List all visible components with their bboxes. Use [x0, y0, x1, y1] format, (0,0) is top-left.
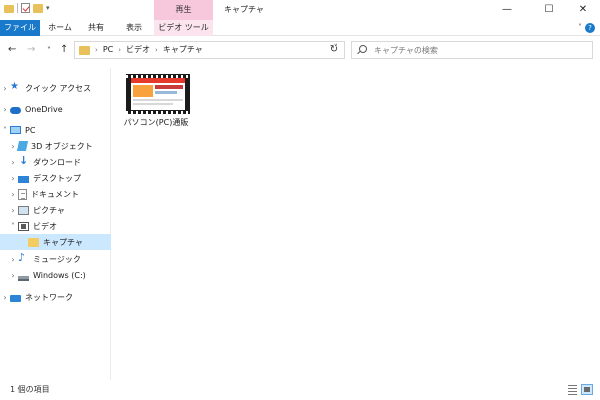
network-icon: [10, 294, 21, 302]
status-bar: 1 個の項目: [0, 380, 600, 400]
sidebar-item-capture[interactable]: キャプチャ: [0, 234, 111, 250]
tab-view[interactable]: 表示: [118, 20, 150, 36]
refresh-button[interactable]: ↻: [324, 41, 345, 59]
folder-icon: [79, 46, 90, 55]
sidebar-item-desktop[interactable]: › デスクトップ: [0, 170, 111, 186]
sidebar-item-label: ドキュメント: [31, 189, 79, 199]
window-title: キャプチャ: [224, 5, 264, 14]
sidebar-item-label: ダウンロード: [33, 157, 81, 167]
title-bar: ▾ 再生 キャプチャ — ☐ ✕: [0, 0, 600, 20]
sidebar-item-quick-access[interactable]: › クイック アクセス: [0, 80, 111, 96]
tab-file[interactable]: ファイル: [0, 20, 40, 36]
forward-button[interactable]: →: [27, 44, 35, 56]
video-icon: [18, 221, 29, 231]
back-button[interactable]: ←: [8, 44, 16, 56]
chevron-right-icon[interactable]: ›: [8, 271, 18, 280]
breadcrumb-capture[interactable]: キャプチャ: [163, 42, 203, 58]
document-icon: [18, 188, 27, 200]
minimize-button[interactable]: —: [490, 0, 524, 20]
sidebar-item-label: ネットワーク: [25, 292, 73, 302]
sidebar-item-label: ピクチャ: [33, 205, 65, 215]
file-name: パソコン(PC)通販: [123, 118, 189, 127]
sidebar-item-label: 3D オブジェクト: [31, 141, 93, 151]
sidebar-item-documents[interactable]: › ドキュメント: [0, 186, 111, 202]
sidebar-item-label: OneDrive: [25, 104, 63, 114]
sidebar-item-videos[interactable]: ˅ ビデオ: [0, 218, 111, 234]
sidebar-item-label: デスクトップ: [33, 173, 81, 183]
sidebar-item-label: キャプチャ: [43, 237, 83, 247]
sidebar-item-label: PC: [25, 125, 36, 135]
drive-icon: [18, 275, 29, 281]
ribbon-tabs: ファイル ホーム 共有 表示 ビデオ ツール ˅ ?: [0, 20, 600, 36]
large-icons-view-button[interactable]: [581, 384, 593, 395]
chevron-right-icon[interactable]: ›: [8, 174, 18, 183]
navigation-bar: ← → ˅ ↑ › PC › ビデオ › キャプチャ ˅ ↻: [0, 38, 600, 62]
quick-access-toolbar: ▾: [4, 3, 50, 13]
file-list: パソコン(PC)通販: [112, 68, 600, 380]
breadcrumb-pc[interactable]: PC: [103, 42, 113, 58]
customize-toolbar-icon[interactable]: ▾: [46, 4, 50, 12]
pictures-icon: [18, 205, 29, 215]
chevron-right-icon[interactable]: ›: [0, 293, 10, 302]
sidebar-item-3d-objects[interactable]: › 3D オブジェクト: [0, 138, 111, 154]
cloud-icon: [10, 106, 21, 114]
details-view-button[interactable]: [566, 384, 578, 395]
sidebar-item-downloads[interactable]: › ダウンロード: [0, 154, 111, 170]
tab-video-tools[interactable]: ビデオ ツール: [154, 20, 213, 36]
sidebar-item-label: ビデオ: [33, 221, 57, 231]
sidebar-item-pictures[interactable]: › ピクチャ: [0, 202, 111, 218]
chevron-right-icon[interactable]: ›: [8, 158, 18, 167]
file-item[interactable]: パソコン(PC)通販: [118, 74, 194, 134]
sidebar-item-network[interactable]: › ネットワーク: [0, 289, 111, 305]
help-icon[interactable]: ?: [585, 23, 595, 33]
chevron-right-icon[interactable]: ›: [0, 105, 10, 114]
download-icon: [18, 154, 29, 167]
breadcrumb-video[interactable]: ビデオ: [126, 42, 150, 58]
chevron-right-icon[interactable]: ›: [155, 42, 158, 58]
context-tab-play: 再生: [154, 0, 213, 20]
sidebar-item-label: クイック アクセス: [25, 83, 92, 93]
item-count: 1 個の項目: [10, 385, 50, 394]
tab-share[interactable]: 共有: [82, 20, 110, 36]
search-input[interactable]: [374, 43, 584, 57]
star-icon: [10, 81, 21, 93]
new-folder-icon[interactable]: [33, 3, 43, 13]
music-icon: [18, 251, 29, 264]
chevron-down-icon[interactable]: ˅: [8, 222, 18, 231]
search-icon: [359, 45, 367, 53]
chevron-right-icon[interactable]: ›: [118, 42, 121, 58]
sidebar-item-pc[interactable]: ˅ PC: [0, 122, 111, 138]
3d-objects-icon: [16, 141, 29, 151]
sidebar-item-music[interactable]: › ミュージック: [0, 251, 111, 267]
chevron-right-icon[interactable]: ›: [0, 84, 10, 93]
sidebar-item-windows-c[interactable]: › Windows (C:): [0, 267, 111, 283]
sidebar-item-label: Windows (C:): [33, 270, 86, 280]
breadcrumb: › PC › ビデオ › キャプチャ: [95, 42, 203, 58]
properties-icon[interactable]: [21, 3, 30, 13]
pc-icon: [10, 126, 21, 134]
chevron-right-icon[interactable]: ›: [8, 190, 18, 199]
folder-icon: [4, 5, 14, 13]
chevron-right-icon[interactable]: ›: [95, 42, 98, 58]
sidebar-item-label: ミュージック: [33, 254, 81, 264]
tab-home[interactable]: ホーム: [44, 20, 76, 36]
chevron-down-icon[interactable]: ˅: [0, 126, 10, 135]
maximize-button[interactable]: ☐: [532, 0, 566, 20]
video-thumbnail: [126, 74, 190, 114]
sidebar-item-onedrive[interactable]: › OneDrive: [0, 101, 111, 117]
recent-locations-button[interactable]: ˅: [47, 45, 51, 57]
search-box[interactable]: [351, 41, 593, 59]
desktop-icon: [18, 175, 29, 183]
chevron-right-icon[interactable]: ›: [8, 255, 18, 264]
up-button[interactable]: ↑: [60, 44, 68, 56]
address-bar[interactable]: › PC › ビデオ › キャプチャ ˅: [74, 41, 345, 59]
navigation-pane: › クイック アクセス › OneDrive ˅ PC › 3D オブジェクト …: [0, 68, 111, 380]
close-button[interactable]: ✕: [566, 0, 600, 20]
expand-ribbon-icon[interactable]: ˅: [578, 23, 582, 32]
separator: [17, 3, 18, 13]
folder-icon: [28, 237, 39, 247]
chevron-right-icon[interactable]: ›: [8, 206, 18, 215]
